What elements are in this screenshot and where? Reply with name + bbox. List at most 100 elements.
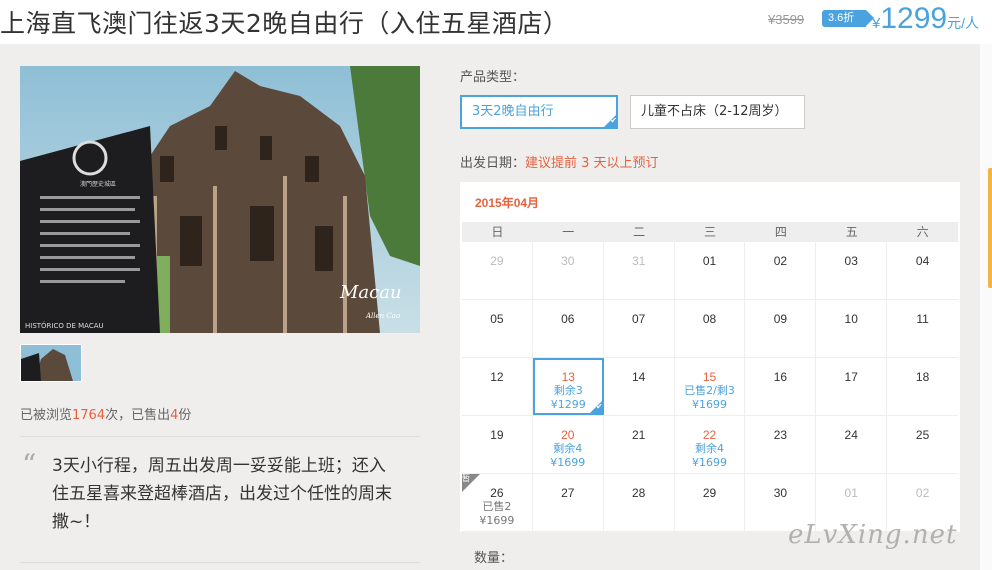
calendar-day: 14 — [604, 358, 675, 415]
day-number: 04 — [915, 254, 930, 268]
day-number: 03 — [844, 254, 858, 268]
calendar-week-row: 19 20 剩余4 ¥1699 21 22 剩余4 ¥1699 23 24 25 — [462, 416, 958, 474]
original-price: ¥3599 — [768, 12, 805, 27]
view-count: 1764 — [72, 408, 106, 423]
divider — [20, 436, 420, 437]
calendar-day: 30 — [533, 242, 604, 299]
date-tip: 建议提前 3 天以上预订 — [525, 156, 659, 171]
calendar-day: 27 — [533, 474, 604, 531]
header: 上海直飞澳门往返3天2晚自由行（入住五星酒店） ¥3599 3.6折 ¥1299… — [0, 0, 992, 44]
sign-bottom: HISTÓRICO DE MACAU — [25, 321, 104, 330]
sidebar-tab[interactable] — [988, 168, 992, 288]
day-number: 28 — [631, 486, 646, 500]
product-highlight-text: 3天小行程，周五出发周一妥妥能上班；还入住五星喜来登超棒酒店，出发过个任性的周末… — [52, 456, 392, 532]
quote-icon: “ — [22, 448, 37, 481]
date-calendar: 2015年04月 日一二三四五六 29 30 31 01 02 03 04 05 06 07 08 0… — [460, 182, 960, 532]
day-number: 30 — [773, 486, 788, 500]
day-number: 01 — [844, 486, 858, 500]
watermark: eLvXing.net — [788, 520, 958, 550]
calendar-day: 02 — [745, 242, 817, 299]
photo-caption: Macau — [339, 282, 402, 303]
day-price: ¥1699 — [692, 398, 727, 411]
type-option-3d2n[interactable]: 3天2晚自由行 ✔ — [460, 95, 618, 129]
day-number: 05 — [490, 312, 504, 326]
price-value: 1299 — [880, 2, 948, 35]
day-number: 24 — [844, 428, 858, 442]
weekday-label: 四 — [774, 225, 787, 239]
day-number: 30 — [561, 254, 575, 268]
photo-signature: Allen Cao — [365, 312, 400, 320]
calendar-day: 06 — [533, 300, 604, 357]
calendar-week-row: 12 13 剩余3 ¥1299 ✔ 14 15 已售2/剩3 ¥1699 16 17 18 — [462, 358, 958, 416]
day-number: 22 — [702, 428, 717, 442]
departure-date-label: 出发日期：建议提前 3 天以上预订 — [460, 152, 659, 171]
calendar-day: 21 — [604, 416, 675, 473]
calendar-day: 12 — [462, 358, 533, 415]
discount-badge: 3.6折 — [822, 10, 875, 27]
calendar-day: 09 — [745, 300, 817, 357]
day-availability: 剩余4 — [695, 442, 724, 455]
main-photo[interactable]: 澳門歷史城區 HISTÓRICO DE MACAU Macau Allen Ca… — [20, 66, 420, 333]
day-number: 23 — [773, 428, 788, 442]
day-price: ¥1699 — [479, 514, 515, 527]
calendar-day: 03 — [816, 242, 888, 299]
pause-badge-text: 暂 — [462, 474, 470, 483]
day-number: 20 — [561, 428, 575, 442]
day-number: 07 — [631, 312, 646, 326]
calendar-day: 08 — [675, 300, 746, 357]
weekday-label: 三 — [704, 225, 717, 239]
day-number: 06 — [561, 312, 575, 326]
calendar-day: 05 — [462, 300, 533, 357]
day-number: 29 — [702, 486, 717, 500]
day-number: 31 — [631, 254, 646, 268]
day-availability: 剩余3 — [553, 384, 583, 397]
day-number: 08 — [702, 312, 717, 326]
day-availability: 剩余4 — [553, 442, 583, 455]
calendar-day-available[interactable]: 暂 26 已售2 ¥1699 — [462, 474, 533, 531]
type-option-child[interactable]: 儿童不占床（2-12周岁） — [630, 95, 805, 129]
stats-prefix: 已被浏览 — [20, 408, 73, 423]
type-option-label: 儿童不占床（2-12周岁） — [641, 104, 788, 119]
calendar-day: 10 — [816, 300, 888, 357]
calendar-day: 17 — [816, 358, 888, 415]
day-number: 09 — [773, 312, 788, 326]
check-icon: ✔ — [587, 399, 604, 415]
calendar-grid: 29 30 31 01 02 03 04 05 06 07 08 09 10 11 12 13 剩余3 ¥1299… — [462, 242, 958, 532]
day-number: 19 — [490, 428, 504, 442]
calendar-day-available[interactable]: 20 剩余4 ¥1699 — [533, 416, 604, 473]
day-number: 10 — [844, 312, 858, 326]
weekday-label: 五 — [845, 225, 858, 239]
weekday-label: 二 — [633, 225, 646, 239]
calendar-day: 04 — [887, 242, 958, 299]
price-unit: 元/人 — [947, 15, 979, 31]
day-number: 25 — [915, 428, 930, 442]
calendar-day-available[interactable]: 13 剩余3 ¥1299 ✔ — [532, 358, 604, 415]
sign-text: 澳門歷史城區 — [80, 180, 116, 188]
view-sold-stats: 已被浏览1764次，已售出4份 — [20, 404, 191, 423]
day-number: 14 — [631, 370, 646, 384]
calendar-day: 11 — [887, 300, 958, 357]
quantity-label: 数量： — [474, 551, 514, 566]
stats-suffix: 份 — [178, 408, 192, 423]
calendar-day-available[interactable]: 22 剩余4 ¥1699 — [675, 416, 746, 473]
day-price: ¥1699 — [550, 456, 586, 469]
pause-badge: 暂 — [462, 474, 480, 492]
calendar-day: 24 — [816, 416, 888, 473]
day-number: 13 — [561, 370, 575, 384]
weekday-label: 一 — [562, 225, 575, 239]
weekday-header: 日一二三四五六 — [462, 222, 958, 242]
day-availability: 已售2/剩3 — [684, 384, 735, 397]
day-number: 18 — [915, 370, 930, 384]
page-title: 上海直飞澳门往返3天2晚自由行（入住五星酒店） — [0, 9, 569, 38]
check-icon: ✔ — [602, 113, 618, 129]
calendar-day-available[interactable]: 15 已售2/剩3 ¥1699 — [675, 358, 746, 415]
day-number: 02 — [915, 486, 930, 500]
calendar-month: 2015年04月 — [475, 196, 540, 210]
calendar-day: 16 — [745, 358, 817, 415]
calendar-week-row: 29 30 31 01 02 03 04 — [462, 242, 958, 300]
type-option-label: 3天2晚自由行 — [472, 104, 554, 119]
day-number: 12 — [490, 370, 504, 384]
calendar-day: 31 — [604, 242, 675, 299]
current-price: ¥1299元/人 — [872, 2, 979, 36]
thumbnail[interactable] — [20, 344, 82, 382]
